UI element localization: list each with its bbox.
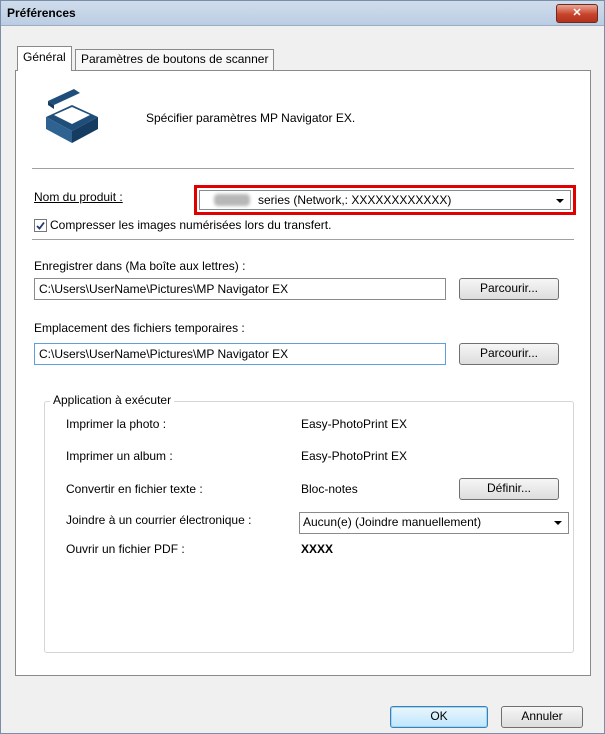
- title-bar: Préférences ✕: [1, 1, 604, 26]
- redacted-model-name: [214, 194, 250, 206]
- open-pdf-value: XXXX: [301, 542, 334, 556]
- compress-checkbox[interactable]: [34, 219, 47, 232]
- ok-button[interactable]: OK: [390, 706, 488, 728]
- product-dropdown[interactable]: series (Network,: XXXXXXXXXXXX): [194, 185, 576, 215]
- temp-label: Emplacement des fichiers temporaires :: [34, 321, 245, 335]
- product-dropdown-field: series (Network,: XXXXXXXXXXXX): [199, 190, 571, 210]
- header-description: Spécifier paramètres MP Navigator EX.: [146, 111, 356, 125]
- preferences-window: Préférences ✕ Général Paramètres de bout…: [0, 0, 605, 734]
- divider: [32, 239, 574, 240]
- save-in-value: C:\Users\UserName\Pictures\MP Navigator …: [39, 282, 289, 296]
- attach-email-label: Joindre à un courrier électronique :: [66, 513, 252, 527]
- print-album-label: Imprimer un album :: [66, 449, 173, 463]
- checkmark-icon: [36, 221, 45, 230]
- print-photo-value: Easy-PhotoPrint EX: [301, 417, 408, 431]
- save-in-browse-button[interactable]: Parcourir...: [459, 278, 559, 300]
- general-panel: Spécifier paramètres MP Navigator EX. No…: [15, 70, 591, 676]
- scanner-icon: [46, 89, 98, 143]
- close-button[interactable]: ✕: [556, 4, 598, 23]
- print-photo-label: Imprimer la photo :: [66, 417, 167, 431]
- apps-group-label: Application à exécuter: [50, 393, 175, 407]
- save-in-field[interactable]: C:\Users\UserName\Pictures\MP Navigator …: [34, 278, 446, 300]
- save-in-label: Enregistrer dans (Ma boîte aux lettres) …: [34, 259, 246, 273]
- print-album-value: Easy-PhotoPrint EX: [301, 449, 408, 463]
- chevron-down-icon: [554, 521, 562, 525]
- cancel-button[interactable]: Annuler: [501, 706, 583, 728]
- convert-text-value: Bloc-notes: [301, 482, 358, 496]
- attach-email-value: Aucun(e) (Joindre manuellement): [303, 515, 482, 529]
- divider: [32, 168, 574, 169]
- open-pdf-label: Ouvrir un fichier PDF :: [66, 542, 185, 556]
- tab-general[interactable]: Général: [17, 46, 72, 71]
- product-value: series (Network,: XXXXXXXXXXXX): [258, 193, 452, 207]
- temp-browse-button[interactable]: Parcourir...: [459, 343, 559, 365]
- window-title: Préférences: [7, 6, 76, 20]
- attach-email-dropdown[interactable]: Aucun(e) (Joindre manuellement): [299, 512, 569, 534]
- convert-text-label: Convertir en fichier texte :: [66, 482, 203, 496]
- temp-field[interactable]: C:\Users\UserName\Pictures\MP Navigator …: [34, 343, 446, 365]
- tab-scanner-buttons[interactable]: Paramètres de boutons de scanner: [75, 49, 275, 70]
- chevron-down-icon: [556, 199, 564, 203]
- temp-value: C:\Users\UserName\Pictures\MP Navigator …: [39, 347, 289, 361]
- product-label: Nom du produit :: [34, 190, 123, 204]
- compress-label: Compresser les images numérisées lors du…: [50, 218, 332, 232]
- define-button[interactable]: Définir...: [459, 478, 559, 500]
